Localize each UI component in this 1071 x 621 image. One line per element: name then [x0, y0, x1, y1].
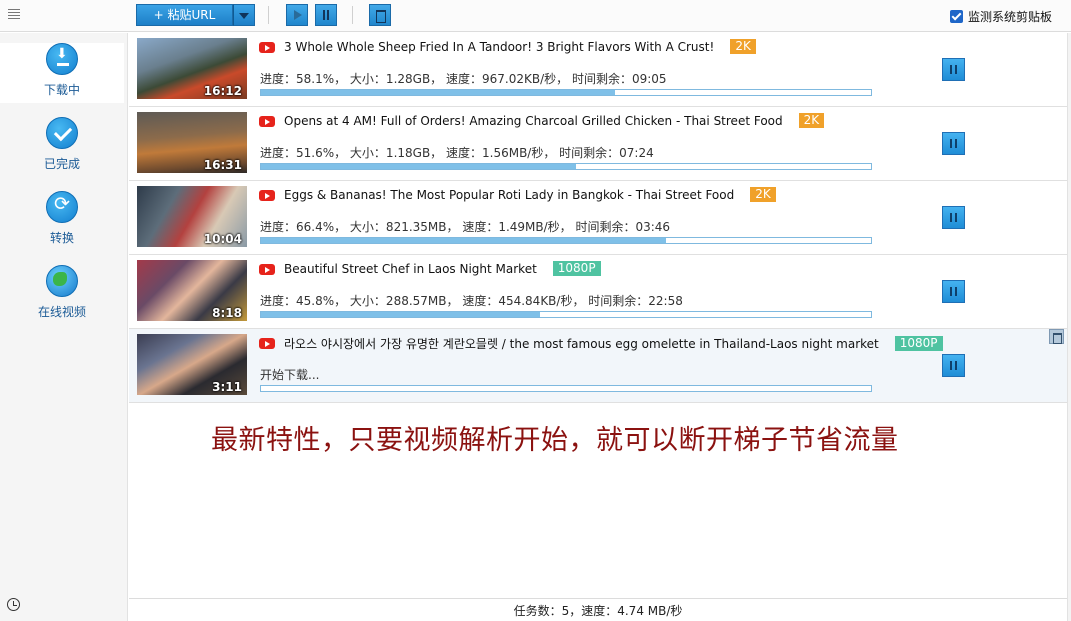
- delete-all-button[interactable]: [369, 4, 391, 26]
- youtube-icon: [259, 338, 275, 349]
- sidebar-item-label: 下载中: [43, 83, 80, 97]
- video-thumbnail: 16:12: [137, 38, 247, 99]
- progress-bar: [260, 89, 872, 96]
- pause-button[interactable]: [942, 132, 965, 155]
- video-thumbnail: 8:18: [137, 260, 247, 321]
- download-row[interactable]: 16:31 Opens at 4 AM! Full of Orders! Ama…: [129, 107, 1067, 181]
- video-title-text: Opens at 4 AM! Full of Orders! Amazing C…: [284, 114, 783, 128]
- progress-fill: [261, 238, 667, 243]
- download-row[interactable]: 8:18 Beautiful Street Chef in Laos Night…: [129, 255, 1067, 329]
- sidebar-item-label: 已完成: [43, 157, 80, 171]
- status-bar: 任务数：5，速度：4.74 MB/秒: [129, 598, 1067, 621]
- video-title: 3 Whole Whole Sheep Fried In A Tandoor! …: [284, 39, 756, 54]
- video-title: Opens at 4 AM! Full of Orders! Amazing C…: [284, 113, 825, 128]
- toolbar-divider: [268, 6, 269, 24]
- promo-banner: 最新特性，只要视频解析开始，就可以断开梯子节省流量: [211, 425, 899, 456]
- progress-bar: [260, 385, 872, 392]
- trash-icon[interactable]: [1049, 329, 1064, 344]
- progress-bar: [260, 311, 872, 318]
- start-all-button[interactable]: [286, 4, 308, 26]
- quality-badge: 1080P: [552, 261, 601, 276]
- progress-fill: [261, 312, 541, 317]
- video-duration: 10:04: [203, 232, 242, 246]
- download-status: 进度：45.8%， 大小：288.57MB， 速度：454.84KB/秒， 时间…: [260, 294, 683, 308]
- quality-badge: 2K: [730, 39, 756, 54]
- download-status: 进度：51.6%， 大小：1.18GB， 速度：1.56MB/秒， 时间剩余：0…: [260, 146, 654, 160]
- youtube-icon: [259, 116, 275, 127]
- sidebar-item-downloading[interactable]: 下载中: [0, 43, 124, 103]
- video-duration: 16:12: [203, 84, 242, 98]
- sidebar: 下载中 已完成 转换 在线视频: [0, 33, 128, 621]
- paste-url-button[interactable]: + 粘贴URL: [136, 4, 233, 26]
- video-title: Beautiful Street Chef in Laos Night Mark…: [284, 261, 601, 276]
- video-title-text: Eggs & Bananas! The Most Popular Roti La…: [284, 188, 735, 202]
- video-duration: 16:31: [203, 158, 242, 172]
- video-title-text: 라오스 야시장에서 가장 유명한 계란오믈렛 / the most famous…: [284, 337, 879, 351]
- toolbar: + 粘贴URL 监测系统剪贴板: [0, 0, 1071, 32]
- video-title-text: Beautiful Street Chef in Laos Night Mark…: [284, 262, 537, 276]
- download-status: 进度：66.4%， 大小：821.35MB， 速度：1.49MB/秒， 时间剩余…: [260, 220, 671, 234]
- pause-button[interactable]: [942, 280, 965, 303]
- sidebar-item-completed[interactable]: 已完成: [0, 117, 124, 175]
- quality-badge: 2K: [750, 187, 776, 202]
- sidebar-item-label: 在线视频: [37, 305, 86, 319]
- pause-button[interactable]: [942, 354, 965, 377]
- clipboard-monitor-label: 监测系统剪贴板: [968, 9, 1053, 24]
- youtube-icon: [259, 264, 275, 275]
- pause-button[interactable]: [942, 58, 965, 81]
- progress-bar: [260, 163, 872, 170]
- pause-all-button[interactable]: [315, 4, 337, 26]
- sidebar-item-label: 转换: [49, 231, 74, 245]
- video-duration: 8:18: [212, 306, 242, 320]
- quality-badge: 1080P: [894, 336, 943, 351]
- pause-button[interactable]: [942, 206, 965, 229]
- menu-icon[interactable]: [8, 9, 20, 23]
- progress-bar: [260, 237, 872, 244]
- download-status: 开始下载...: [260, 368, 320, 382]
- video-thumbnail: 3:11: [137, 334, 247, 395]
- video-thumbnail: 16:31: [137, 112, 247, 173]
- clipboard-monitor-toggle[interactable]: 监测系统剪贴板: [950, 9, 1053, 24]
- youtube-icon: [259, 190, 275, 201]
- scrollbar-track[interactable]: [1067, 33, 1071, 621]
- download-status: 进度：58.1%， 大小：1.28GB， 速度：967.02KB/秒， 时间剩余…: [260, 72, 667, 86]
- quality-badge: 2K: [798, 113, 825, 128]
- youtube-icon: [259, 42, 275, 53]
- video-title: 라오스 야시장에서 가장 유명한 계란오믈렛 / the most famous…: [284, 335, 943, 352]
- toolbar-divider: [352, 6, 353, 24]
- video-thumbnail: 10:04: [137, 186, 247, 247]
- download-row[interactable]: 10:04 Eggs & Bananas! The Most Popular R…: [129, 181, 1067, 255]
- history-clock-icon[interactable]: [7, 598, 20, 611]
- download-row[interactable]: 3:11 라오스 야시장에서 가장 유명한 계란오믈렛 / the most f…: [129, 329, 1067, 403]
- check-circle-icon: [46, 117, 78, 149]
- convert-icon: [46, 191, 78, 223]
- progress-fill: [261, 90, 616, 95]
- download-row[interactable]: 16:12 3 Whole Whole Sheep Fried In A Tan…: [129, 33, 1067, 107]
- sidebar-item-online-video[interactable]: 在线视频: [0, 265, 124, 323]
- progress-fill: [261, 164, 576, 169]
- video-title-text: 3 Whole Whole Sheep Fried In A Tandoor! …: [284, 40, 715, 54]
- paste-url-dropdown-button[interactable]: [233, 4, 255, 26]
- clipboard-monitor-checkbox[interactable]: [950, 9, 963, 23]
- video-duration: 3:11: [212, 380, 242, 394]
- video-title: Eggs & Bananas! The Most Popular Roti La…: [284, 187, 776, 202]
- globe-icon: [46, 265, 78, 297]
- sidebar-item-convert[interactable]: 转换: [0, 191, 124, 249]
- download-icon: [46, 43, 78, 75]
